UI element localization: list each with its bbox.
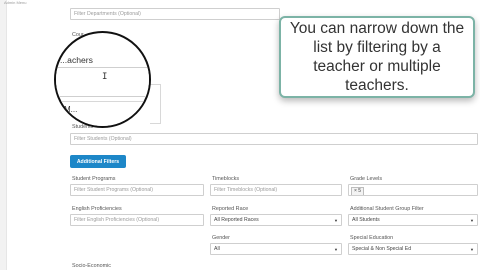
teacher-dropdown-panel[interactable] (150, 84, 161, 124)
timeblocks-input[interactable]: Filter Timeblocks (Optional) (210, 184, 342, 196)
additional-student-group-label: Additional Student Group Filter (350, 206, 424, 212)
reported-race-value: All Reported Races (214, 217, 259, 223)
caret-down-icon: ▼ (470, 247, 474, 252)
grade-level-tag[interactable]: × 5 (351, 187, 365, 195)
socio-economic-label: Socio-Economic (72, 263, 111, 269)
student-programs-input[interactable]: Filter Student Programs (Optional) (70, 184, 204, 196)
student-programs-label: Student Programs (72, 176, 116, 182)
teachers-label: ...achers (60, 55, 93, 65)
timeblocks-label: Timeblocks (212, 176, 240, 182)
special-education-label: Special Education (350, 235, 394, 241)
students-filter-input[interactable]: Filter Students (Optional) (70, 133, 478, 145)
reported-race-select[interactable]: All Reported Races ▼ (210, 214, 342, 226)
special-education-select[interactable]: Special & Non Special Ed ▼ (348, 243, 478, 255)
grade-levels-label: Grade Levels (350, 176, 383, 182)
grade-levels-input[interactable]: × 5 (348, 184, 478, 196)
caret-down-icon: ▼ (334, 247, 338, 252)
breadcrumb: Admin Menu (4, 0, 27, 5)
english-proficiencies-input[interactable]: Filter English Proficiencies (Optional) (70, 214, 204, 226)
additional-student-group-value: All Students (352, 217, 380, 223)
teacher-dropdown-item[interactable]: M... (64, 105, 77, 114)
caret-down-icon: ▼ (334, 218, 338, 223)
tutorial-callout: You can narrow down the list by filterin… (279, 16, 475, 98)
gender-value: All (214, 246, 220, 252)
reported-race-label: Reported Race (212, 206, 249, 212)
special-education-value: Special & Non Special Ed (352, 246, 412, 252)
callout-text: You can narrow down the list by filterin… (289, 20, 465, 94)
english-proficiencies-label: English Proficiencies (72, 206, 122, 212)
gender-label: Gender (212, 235, 230, 241)
caret-down-icon: ▼ (470, 218, 474, 223)
text-cursor-icon: I (102, 72, 108, 82)
departments-filter-input[interactable]: Filter Departments (Optional) (70, 8, 280, 20)
additional-student-group-select[interactable]: All Students ▼ (348, 214, 478, 226)
gender-select[interactable]: All ▼ (210, 243, 342, 255)
additional-filters-button[interactable]: Additional Filters (70, 155, 126, 168)
left-sidebar-edge (0, 0, 7, 270)
magnifier-lens: ...achers I M... (54, 31, 151, 128)
